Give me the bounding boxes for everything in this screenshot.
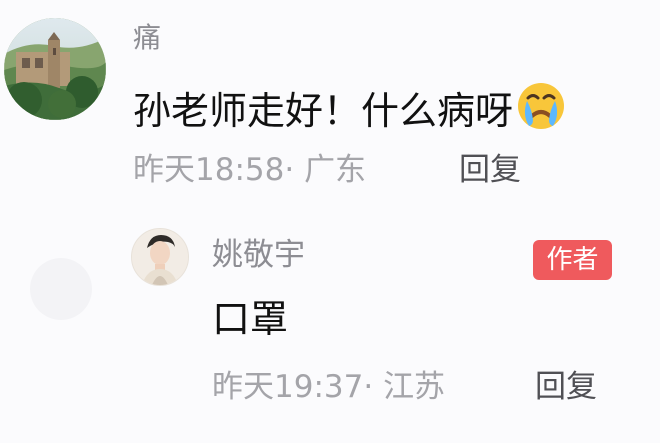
reply-username[interactable]: 姚敬宇 xyxy=(212,240,305,271)
comment-text-content: 孙老师走好！什么病呀 xyxy=(133,89,514,133)
avatar-image xyxy=(132,229,188,285)
avatar[interactable] xyxy=(131,228,189,286)
comment-meta: 昨天18:58· 广东 xyxy=(133,155,366,186)
comment-time: 昨天18:58 xyxy=(133,152,285,188)
reply-meta: 昨天19:37· 江苏 xyxy=(212,372,445,403)
author-badge: 作者 xyxy=(533,240,612,280)
meta-separator: · xyxy=(363,369,384,405)
comment-username[interactable]: 痛 xyxy=(133,24,161,52)
loudly-crying-face-icon xyxy=(515,80,567,132)
reply-button[interactable]: 回复 xyxy=(459,155,521,186)
comment-text: 孙老师走好！什么病呀 xyxy=(133,80,567,132)
reply-text: 口罩 xyxy=(212,297,289,341)
avatar-image xyxy=(4,18,106,120)
meta-separator: · xyxy=(284,152,305,188)
avatar[interactable] xyxy=(4,18,106,120)
reply-button[interactable]: 回复 xyxy=(535,372,597,403)
ghost-avatar xyxy=(30,258,92,320)
reply-location: 江苏 xyxy=(383,369,446,405)
reply-time: 昨天19:37 xyxy=(212,369,364,405)
comment-location: 广东 xyxy=(304,152,367,188)
comment-thread: 痛 孙老师走好！什么病呀 昨天18:58· 广东 回复 姚敬宇 作者 口罩 昨天… xyxy=(0,0,660,443)
